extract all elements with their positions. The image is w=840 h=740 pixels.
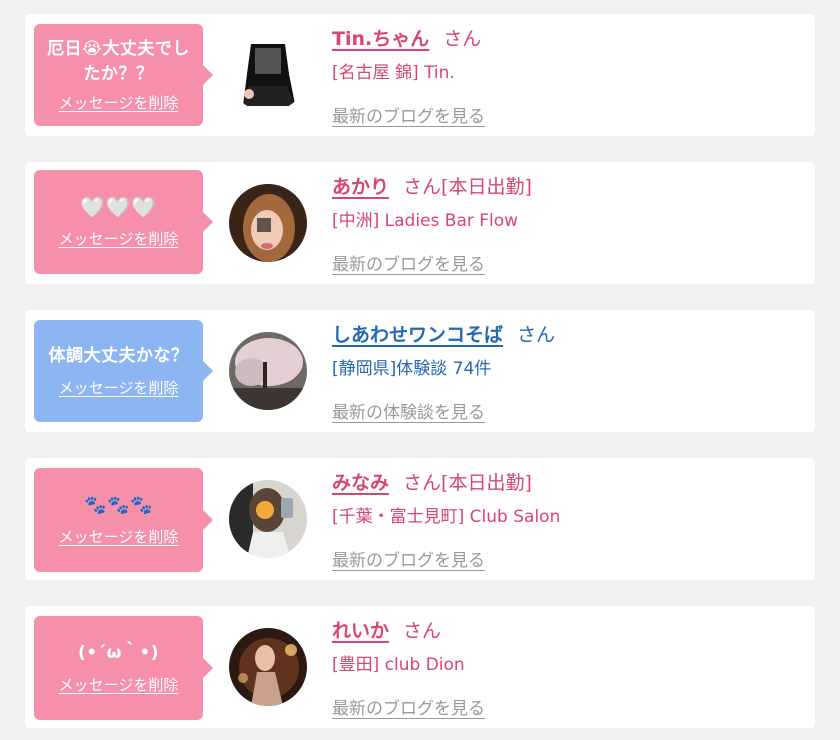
honorific: さん [403, 472, 442, 494]
latest-blog-link[interactable]: 最新のブログを見る [332, 102, 485, 127]
honorific: さん [443, 28, 482, 50]
delete-message-link[interactable]: メッセージを削除 [59, 674, 179, 695]
shop-name: [静岡県]体験談 74件 [332, 359, 492, 379]
avatar-image [229, 628, 307, 706]
delete-message-link[interactable]: メッセージを削除 [59, 377, 179, 398]
message-bubble: 体調大丈夫かな？ メッセージを削除 [34, 320, 213, 422]
avatar[interactable] [229, 332, 307, 410]
avatar-image [229, 480, 307, 558]
info-block: しあわせワンコそば さん [静岡県]体験談 74件 最新の体験談を見る [332, 322, 805, 423]
message-bubble: 厄日😭大丈夫でしたか？？ メッセージを削除 [34, 24, 213, 126]
message-card: 厄日😭大丈夫でしたか？？ メッセージを削除 Tin.ちゃん さん [名古屋 錦] … [25, 14, 815, 136]
user-name-link[interactable]: みなみ [332, 472, 389, 494]
latest-review-link[interactable]: 最新の体験談を見る [332, 398, 485, 423]
message-text: 🤍🤍🤍 [80, 195, 157, 219]
honorific: さん [403, 620, 442, 642]
info-block: あかり さん[本日出勤] [中洲] Ladies Bar Flow 最新のブログを… [332, 174, 805, 275]
avatar-image [229, 34, 307, 112]
user-name-link[interactable]: あかり [332, 176, 389, 198]
message-text: (•´ω｀•) [77, 643, 160, 663]
message-bubble: 🐾🐾🐾 メッセージを削除 [34, 468, 213, 572]
message-text: 🐾🐾🐾 [84, 495, 153, 516]
latest-blog-link[interactable]: 最新のブログを見る [332, 546, 485, 571]
honorific: さん [403, 176, 442, 198]
status-label: [本日出勤] [441, 176, 532, 198]
latest-blog-link[interactable]: 最新のブログを見る [332, 250, 485, 275]
info-block: みなみ さん[本日出勤] [千葉・富士見町] Club Salon 最新のブログを… [332, 470, 805, 571]
user-name-link[interactable]: れいか [332, 620, 389, 642]
avatar[interactable] [229, 184, 307, 262]
shop-name: [中洲] Ladies Bar Flow [332, 211, 519, 231]
message-bubble: 🤍🤍🤍 メッセージを削除 [34, 170, 213, 274]
message-card: (•´ω｀•) メッセージを削除 れいか さん [豊田] club Dion 最新… [25, 606, 815, 728]
avatar[interactable] [229, 480, 307, 558]
message-text: 厄日😭大丈夫でしたか？？ [47, 39, 190, 84]
avatar-image [229, 184, 307, 262]
delete-message-link[interactable]: メッセージを削除 [59, 92, 179, 113]
avatar[interactable] [229, 628, 307, 706]
message-text: 体調大丈夫かな？ [48, 346, 189, 366]
message-card: 🤍🤍🤍 メッセージを削除 あかり さん[本日出勤] [中洲] Ladies Bar… [25, 162, 815, 284]
info-block: Tin.ちゃん さん [名古屋 錦] Tin. 最新のブログを見る [332, 26, 805, 127]
message-card: 🐾🐾🐾 メッセージを削除 みなみ さん[本日出勤] [千葉・富士見町] Club … [25, 458, 815, 580]
shop-name: [豊田] club Dion [332, 655, 465, 675]
delete-message-link[interactable]: メッセージを削除 [59, 228, 179, 249]
user-name-link[interactable]: しあわせワンコそば [332, 324, 503, 346]
avatar[interactable] [229, 34, 307, 112]
delete-message-link[interactable]: メッセージを削除 [59, 526, 179, 547]
status-label: [本日出勤] [441, 472, 532, 494]
shop-name: [名古屋 錦] Tin. [332, 63, 455, 83]
shop-name: [千葉・富士見町] Club Salon [332, 507, 561, 527]
message-card: 体調大丈夫かな？ メッセージを削除 しあわせワンコそば さん [静岡県]体験談 7… [25, 310, 815, 432]
honorific: さん [517, 324, 556, 346]
latest-blog-link[interactable]: 最新のブログを見る [332, 694, 485, 719]
avatar-image [229, 332, 307, 410]
message-bubble: (•´ω｀•) メッセージを削除 [34, 616, 213, 720]
user-name-link[interactable]: Tin.ちゃん [332, 28, 429, 50]
info-block: れいか さん [豊田] club Dion 最新のブログを見る [332, 618, 805, 719]
